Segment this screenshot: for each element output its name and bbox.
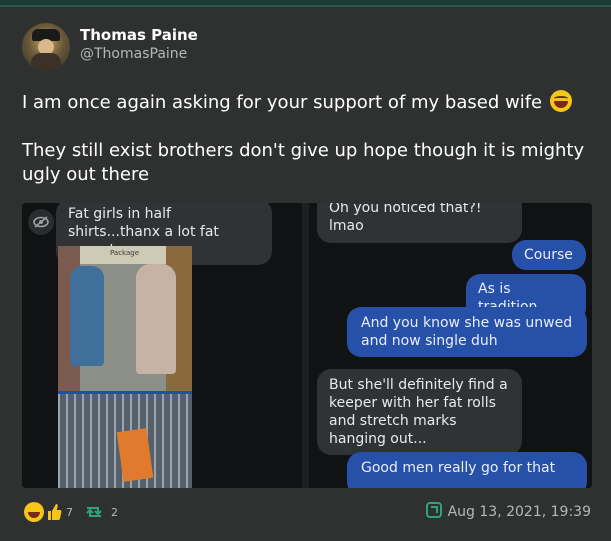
author-display-name[interactable]: Thomas Paine [80, 26, 198, 44]
photo-person-left [70, 266, 104, 366]
screenshot-right-panel: Oh you noticed that?! lmao Course As is … [309, 203, 592, 488]
store-photo: Package [58, 246, 192, 488]
photo-person-right [136, 264, 176, 374]
tweet-line-1: I am once again asking for your support … [22, 90, 592, 115]
chat-message: Course [512, 240, 586, 270]
reactions-bar: 7 2 [24, 502, 118, 522]
author-handle[interactable]: @ThomasPaine [80, 46, 187, 62]
chat-message: And you know she was unwed and now singl… [347, 307, 587, 357]
screenshot-divider [302, 203, 309, 488]
eye-off-icon [28, 209, 54, 235]
tweet-line-2: They still exist brothers don't give up … [22, 140, 585, 185]
app-logo-icon[interactable] [425, 502, 442, 522]
reaction-count: 7 [66, 505, 73, 519]
post-date[interactable]: Aug 13, 2021, 19:39 [448, 504, 591, 520]
thumbs-up-icon[interactable] [46, 502, 62, 522]
grinning-squinting-face-icon[interactable] [24, 502, 44, 522]
chat-message: Good men really go for that [347, 452, 587, 488]
photo-sign-text: Package [110, 249, 140, 257]
tweet-line-1-text: I am once again asking for your support … [22, 92, 543, 113]
retweet-count: 2 [111, 505, 118, 519]
retweet-icon[interactable] [83, 502, 105, 522]
avatar[interactable] [22, 23, 70, 71]
screenshot-left-panel: Fat girls in half shirts...thanx a lot f… [22, 203, 302, 488]
chat-message: Oh you noticed that?! lmao [317, 203, 522, 243]
attached-screenshot[interactable]: Fat girls in half shirts...thanx a lot f… [22, 203, 592, 488]
grinning-squinting-face-icon [549, 90, 572, 112]
timestamp-area: Aug 13, 2021, 19:39 [425, 502, 591, 522]
avatar-coat [31, 53, 61, 71]
top-accent-bar [0, 0, 611, 7]
chat-message: But she'll definitely find a keeper with… [317, 369, 522, 455]
tweet-body: I am once again asking for your support … [22, 90, 592, 211]
